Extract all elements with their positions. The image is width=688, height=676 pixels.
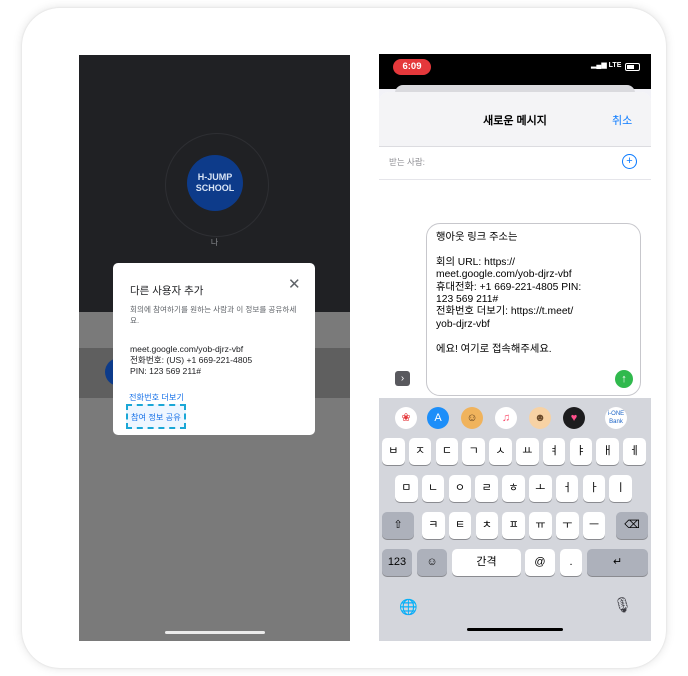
logo-line-2: SCHOOL (195, 183, 235, 193)
animoji-icon[interactable]: ☻ (529, 407, 551, 429)
message-line: 전화번호 더보기: https://t.meet/ (436, 306, 574, 318)
send-arrow-icon[interactable]: ↑ (615, 370, 633, 388)
key-2-row1[interactable]: ㅈ (408, 438, 432, 465)
close-icon[interactable]: ✕ (288, 275, 301, 295)
emoji-key[interactable]: ☺ (417, 549, 447, 576)
key-6-row3[interactable]: ㅜ (556, 512, 579, 539)
message-line: 행아웃 링크 주소는 (436, 232, 518, 243)
message-line: yob-djrz-vbf (436, 318, 490, 330)
compose-header: 새로운 메시지 취소 (379, 92, 651, 147)
space-key[interactable]: 간격 (452, 549, 521, 576)
key-8-row2[interactable]: ㅏ (582, 475, 606, 502)
message-line: 123 569 211# (436, 294, 499, 306)
globe-icon[interactable]: 🌐 (399, 598, 418, 616)
status-bar: 6:09 ▂▄▆ LTE (379, 54, 651, 89)
key-3-row1[interactable]: ㄷ (435, 438, 459, 465)
dot-key[interactable]: . (560, 549, 582, 576)
music-icon[interactable]: ♫ (495, 407, 517, 429)
key-7-row1[interactable]: ㅕ (542, 438, 566, 465)
key-4-row1[interactable]: ㄱ (462, 438, 485, 465)
logo-line-1: H-JUMP (197, 172, 233, 182)
key-2-row3[interactable]: ㅌ (448, 512, 472, 539)
ione-bank-icon[interactable]: i-ONE Bank (605, 407, 627, 429)
message-text: 행아웃 링크 주소는회의 URL: https://meet.google.co… (436, 232, 636, 356)
network-label: LTE (608, 62, 622, 69)
key-4-row2[interactable]: ㄹ (475, 475, 498, 502)
recipient-label: 받는 사람: (389, 157, 426, 167)
shift-key[interactable]: ⇧ (382, 512, 414, 539)
key-7-row2[interactable]: ㅓ (555, 475, 579, 502)
key-1-row3[interactable]: ㅋ (422, 512, 445, 539)
key-1-row1[interactable]: ㅂ (382, 438, 405, 465)
key-3-row2[interactable]: ㅇ (448, 475, 472, 502)
battery-icon (625, 63, 640, 71)
dialog-description: 회의에 참여하기를 원하는 사람과 이 정보를 공유하세요. (130, 305, 297, 325)
message-line (436, 244, 636, 256)
key-6-row2[interactable]: ㅗ (529, 475, 552, 502)
add-contact-icon[interactable]: + (622, 154, 637, 169)
self-label: 나 (210, 238, 219, 247)
delete-key[interactable]: ⌫ (616, 512, 648, 539)
return-key[interactable]: ↵ (587, 549, 648, 576)
key-5-row2[interactable]: ㅎ (502, 475, 525, 502)
key-4-row3[interactable]: ㅍ (502, 512, 525, 539)
more-phone-numbers-link[interactable]: 전화번호 더보기 (129, 391, 184, 403)
meeting-info: meet.google.com/yob-djrz-vbf 전화번호: (US) … (130, 344, 252, 377)
heart-sticker-icon[interactable]: ♥ (563, 407, 585, 429)
cancel-button[interactable]: 취소 (612, 112, 632, 128)
key-2-row2[interactable]: ㄴ (421, 475, 445, 502)
meeting-pin: PIN: 123 569 211# (130, 366, 202, 376)
app-strip: ❀ A ☺ ♫ ☻ ♥ i-ONE Bank (379, 398, 651, 436)
key-10-row1[interactable]: ㅔ (623, 438, 646, 465)
numbers-key[interactable]: 123 (382, 549, 412, 576)
google-meet-screen: H-JUMP SCHOOL 나 다른 사용자 추가 ✕ 회의에 참여하기를 원하… (79, 55, 350, 641)
app-drawer-icon[interactable]: › (395, 371, 410, 386)
home-indicator (467, 628, 563, 631)
at-key[interactable]: @ (525, 549, 555, 576)
signal-indicator: ▂▄▆ LTE (591, 62, 622, 69)
message-line: 에요! 여기로 접속해주세요. (436, 343, 552, 355)
keyboard: ❀ A ☺ ♫ ☻ ♥ i-ONE Bank ㅂㅈㄷㄱㅅㅛㅕㅑㅐㅔㅁㄴㅇㄹㅎㅗㅓㅏㅣ ⇧ ㅋㅌㅊ… (379, 398, 651, 641)
new-message-screen: 6:09 ▂▄▆ LTE 새로운 메시지 취소 받는 사람: + 행아웃 링크 … (379, 54, 651, 641)
meeting-phone: 전화번호: (US) +1 669-221-4805 (130, 355, 253, 365)
key-8-row1[interactable]: ㅑ (569, 438, 593, 465)
message-line: 회의 URL: https:// (436, 256, 516, 268)
key-3-row3[interactable]: ㅊ (475, 512, 499, 539)
key-9-row1[interactable]: ㅐ (596, 438, 619, 465)
photos-icon[interactable]: ❀ (395, 407, 417, 429)
meeting-url: meet.google.com/yob-djrz-vbf (130, 344, 244, 354)
school-logo: H-JUMP SCHOOL (187, 155, 243, 211)
home-indicator (165, 631, 265, 634)
key-9-row2[interactable]: ㅣ (609, 475, 632, 502)
microphone-icon[interactable]: 🎙 (613, 596, 632, 614)
dialog-title: 다른 사용자 추가 (130, 285, 204, 297)
key-5-row1[interactable]: ㅅ (489, 438, 512, 465)
key-6-row1[interactable]: ㅛ (516, 438, 539, 465)
add-people-dialog: 다른 사용자 추가 ✕ 회의에 참여하기를 원하는 사람과 이 정보를 공유하세… (113, 263, 315, 435)
status-time: 6:09 (393, 59, 431, 75)
key-1-row2[interactable]: ㅁ (395, 475, 418, 502)
key-5-row3[interactable]: ㅠ (529, 512, 552, 539)
recipient-field[interactable]: 받는 사람: + (379, 147, 651, 180)
message-line (436, 331, 636, 343)
message-input[interactable]: 행아웃 링크 주소는회의 URL: https://meet.google.co… (426, 223, 641, 396)
message-line: meet.google.com/yob-djrz-vbf (436, 269, 572, 281)
message-line: 휴대전화: +1 669-221-4805 PIN: (436, 281, 582, 293)
compose-title: 새로운 메시지 (483, 115, 547, 127)
key-7-row3[interactable]: ㅡ (582, 512, 606, 539)
memoji-icon[interactable]: ☺ (461, 407, 483, 429)
app-store-icon[interactable]: A (427, 407, 449, 429)
share-joining-info-button[interactable]: 참여 정보 공유 (126, 404, 186, 429)
